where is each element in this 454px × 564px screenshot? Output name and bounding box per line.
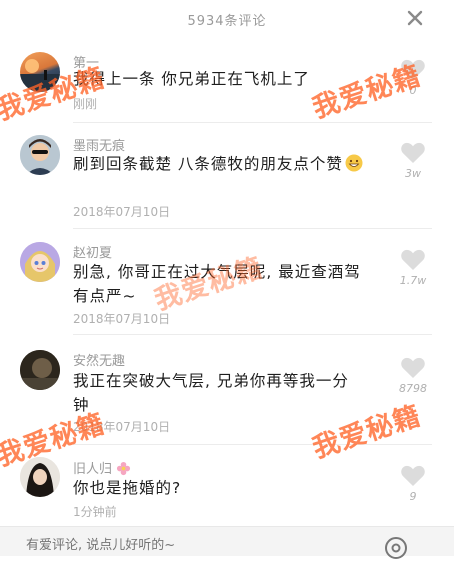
comment-username-text: 旧人归 [73,462,113,477]
comment-item: 赵初夏 别急, 你哥正在过大气层呢, 最近查酒驾有点严~ 2018年07月10日… [0,240,454,335]
avatar[interactable] [20,135,60,175]
like-button[interactable]: 9 [395,464,431,503]
like-count: 0 [409,84,417,97]
close-icon [407,10,423,26]
comment-text: 我正在突破大气层, 兄弟你再等我一分钟 [73,372,349,414]
emoji-button[interactable] [384,536,408,560]
comment-input-bar [0,526,454,559]
divider [73,228,432,229]
comment-username[interactable]: 安然无趣 [73,350,125,369]
comment-username[interactable]: 赵初夏 [73,242,112,261]
flower-emoji-icon [117,461,131,476]
like-button[interactable]: 1.7w [395,248,431,287]
avatar[interactable] [20,242,60,282]
comment-item: 安然无趣 我正在突破大气层, 兄弟你再等我一分钟 2018年07月10日 879… [0,348,454,443]
like-button[interactable]: 3w [395,141,431,180]
like-count: 1.7w [399,274,427,287]
comment-input[interactable] [24,533,348,557]
close-button[interactable] [404,7,426,29]
avatar-picture [20,135,60,175]
comment-time: 2018年07月10日 [73,205,171,219]
divider [73,122,432,123]
avatar-picture [20,59,60,92]
grinning-face-emoji-icon [345,154,363,172]
heart-icon [401,357,425,378]
comment-item: 第一 我得上一条 你兄弟正在飞机上了 刚刚 0 [0,48,454,118]
comment-item: 墨雨无痕 刷到回条截楚 八条德牧的朋友点个赞 2018年07月10日 3w [0,133,454,223]
avatar[interactable] [20,52,60,92]
heart-icon [401,465,425,486]
comment-time: 2018年07月10日 [73,420,171,434]
comment-item: 旧人归 你也是拖婚的? 1分钟前 9 [0,456,454,521]
comment-username[interactable]: 旧人归 [73,458,131,477]
like-count: 3w [405,167,421,180]
comment-time: 1分钟前 [73,505,117,519]
avatar-picture [20,242,60,282]
comment-text: 刷到回条截楚 八条德牧的朋友点个赞 [73,152,363,176]
comment-text: 别急, 你哥正在过大气层呢, 最近查酒驾有点严~ [73,263,361,305]
like-count: 9 [409,490,417,503]
comments-header: 5934条评论 [0,0,454,38]
comment-text: 我得上一条 你兄弟正在飞机上了 [73,70,310,88]
avatar[interactable] [20,457,60,497]
at-icon [385,537,407,559]
comment-text: 你也是拖婚的? [73,479,182,497]
like-button[interactable]: 0 [395,58,431,97]
avatar-picture [20,457,60,497]
heart-icon [401,142,425,163]
avatar[interactable] [20,350,60,390]
divider [73,444,432,445]
like-button[interactable]: 8798 [395,356,431,395]
divider [73,334,432,335]
comment-time: 2018年07月10日 [73,312,171,326]
comment-time: 刚刚 [73,97,98,111]
heart-icon [401,59,425,80]
heart-icon [401,249,425,270]
like-count: 8798 [399,382,427,395]
avatar-picture [20,350,60,390]
comment-count-title: 5934条评论 [187,14,267,29]
comment-text-content: 刷到回条截楚 八条德牧的朋友点个赞 [73,155,343,173]
